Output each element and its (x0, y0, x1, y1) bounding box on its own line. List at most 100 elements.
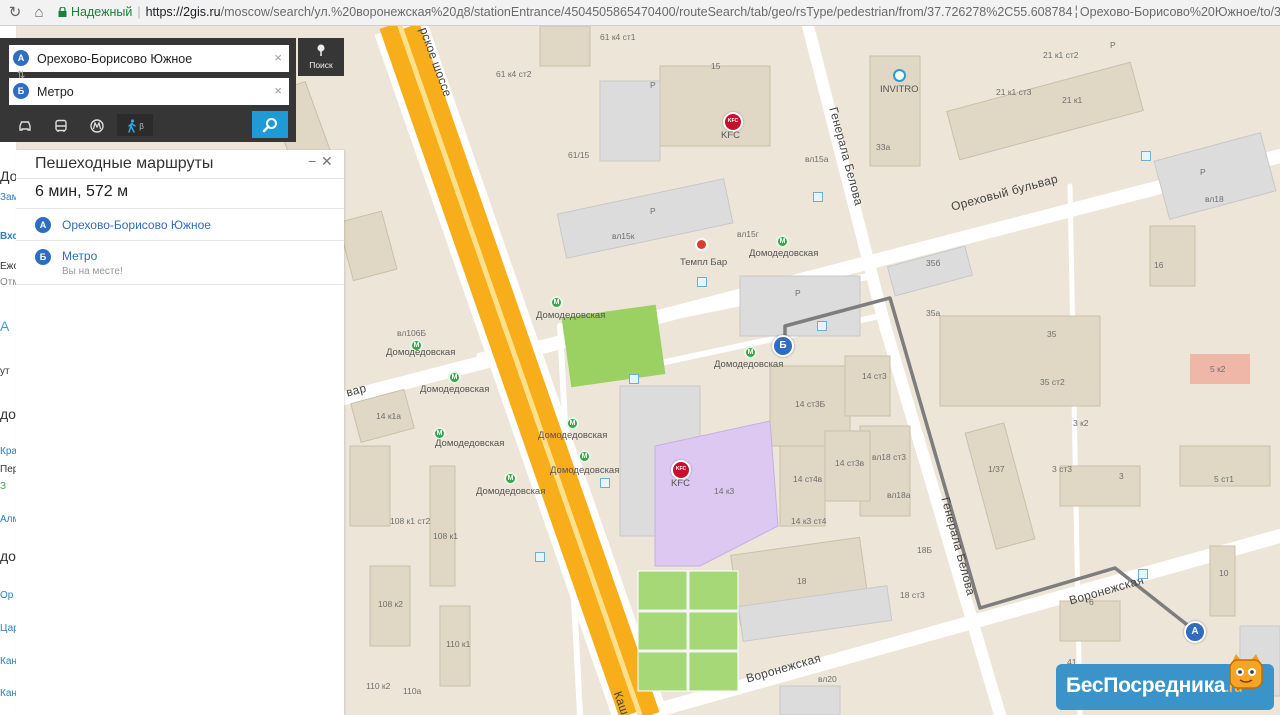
watermark-logo: БесПосредника.ru (1056, 654, 1274, 710)
bus-stop-icon (535, 552, 545, 562)
minimize-icon[interactable]: − (308, 153, 316, 169)
metro-icon[interactable] (504, 472, 517, 485)
route-start-name[interactable]: Орехово-Борисово Южное (62, 218, 211, 232)
pedestrian-mode-button[interactable]: β (117, 114, 153, 136)
bus-mode-button[interactable] (45, 114, 77, 136)
building-number: Р (795, 288, 801, 298)
building-number: Р (650, 80, 656, 90)
bus-stop-icon (1138, 569, 1148, 579)
to-field[interactable]: Б × (9, 78, 289, 105)
building-number: 108 к2 (378, 599, 403, 609)
lock-icon (58, 7, 67, 17)
place-label: Темпл Бар (680, 257, 728, 268)
building-number: 3 к2 (1073, 418, 1089, 428)
building-number: 35 (1047, 329, 1057, 339)
route-end-note: Вы на месте! (62, 266, 123, 277)
metro-icon[interactable] (578, 450, 591, 463)
route-end-row[interactable]: Б Метро Вы на месте! (16, 240, 344, 285)
metro-label: Домодедовская (538, 430, 608, 441)
from-input[interactable] (37, 45, 267, 72)
address-separator: | (137, 5, 141, 19)
clear-from-icon[interactable]: × (274, 51, 282, 65)
metro-icon[interactable] (566, 417, 579, 430)
strip-fragment: Кан (0, 688, 17, 699)
building-number: 21 к1 ст3 (996, 87, 1032, 97)
metro-icon[interactable] (744, 346, 757, 359)
building-number: Р (1110, 40, 1116, 50)
address-bar[interactable]: Надежный | https://2gis.ru/moscow/search/у… (54, 2, 1280, 23)
building-number: 14 ст3в (835, 458, 865, 468)
metro-label: Домодедовская (714, 359, 784, 370)
metro-icon[interactable] (776, 235, 789, 248)
building-number: 14 ст3 (862, 371, 887, 381)
reload-icon[interactable]: ↻ (6, 4, 24, 22)
building-number: вл20 (818, 674, 837, 684)
metro-icon[interactable] (550, 296, 563, 309)
building-number: вл18 ст3 (872, 452, 906, 462)
home-icon[interactable]: ⌂ (30, 4, 48, 22)
bus-stop-icon (817, 321, 827, 331)
building-number: 21 к1 ст2 (1043, 50, 1079, 60)
building-number: 3 (1119, 471, 1124, 481)
metro-label: Домодедовская (536, 310, 606, 321)
to-input[interactable] (37, 78, 267, 105)
kfc-icon[interactable] (671, 460, 691, 480)
place-label: KFC (671, 478, 690, 489)
building-number: 14 ст4в (793, 474, 823, 484)
building-number: 108 к1 ст2 (390, 516, 431, 526)
car-mode-button[interactable] (9, 114, 41, 136)
building-number: 18 ст3 (900, 590, 925, 600)
building-number: 61 к4 ст1 (600, 32, 636, 42)
strip-fragment: З (0, 481, 7, 492)
search-icon (262, 117, 277, 132)
lab-icon[interactable] (893, 69, 906, 82)
kfc-icon[interactable] (723, 112, 743, 132)
from-field[interactable]: А × (9, 45, 289, 72)
building-number: 14 к1а (376, 411, 401, 421)
building-number: вл106Б (397, 328, 427, 338)
building-number: 21 к1 (1062, 95, 1083, 105)
point-b-badge: Б (13, 83, 29, 99)
strip-fragment: Вхо (0, 231, 17, 242)
strip-fragment: до (0, 548, 16, 564)
building-number: 108 к1 (433, 531, 458, 541)
bus-stop-icon (697, 277, 707, 287)
building-number: 14 к3 (714, 486, 735, 496)
strip-fragment: Кан (0, 656, 17, 667)
route-end-name[interactable]: Метро (62, 249, 97, 263)
bus-icon (55, 119, 67, 132)
bus-stop-icon (600, 478, 610, 488)
strip-fragment: до (0, 406, 16, 422)
place-label: KFC (721, 130, 740, 141)
metro-label: Домодедовская (435, 438, 505, 449)
building-number: 110а (403, 686, 422, 696)
route-end-marker[interactable]: Б (772, 335, 794, 357)
strip-fragment: Пер (0, 464, 17, 475)
route-summary[interactable]: 6 мин, 572 м (35, 183, 128, 201)
building-number: 61/15 (568, 150, 590, 160)
car-icon (19, 121, 31, 131)
url-path: /moscow/search/ул.%20воронежская%20д8/st… (220, 5, 1280, 19)
browser-toolbar: ↻ ⌂ Надежный | https://2gis.ru/moscow/sear… (0, 0, 1280, 26)
metro-icon (90, 119, 104, 133)
results-header: Пешеходные маршруты − ✕ (16, 150, 344, 179)
metro-icon[interactable] (448, 371, 461, 384)
building-number: 110 к1 (446, 639, 471, 649)
route-search-button[interactable] (252, 111, 288, 138)
bar-icon[interactable] (695, 238, 708, 251)
metro-label: Домодедовская (420, 384, 490, 395)
bus-stop-icon (813, 192, 823, 202)
strip-fragment: Алм (0, 514, 16, 525)
building-number: Р (1200, 167, 1206, 177)
building-number: 5 ст1 (1214, 474, 1234, 484)
metro-mode-button[interactable] (81, 114, 113, 136)
close-icon[interactable]: ✕ (321, 153, 333, 170)
search-tile-button[interactable]: Поиск (298, 38, 344, 76)
strip-fragment: Отм (0, 277, 16, 288)
url-host: https://2gis.ru (145, 5, 221, 19)
route-start-row[interactable]: А Орехово-Борисово Южное (16, 208, 344, 241)
route-start-marker[interactable]: А (1184, 621, 1206, 643)
building-number: 3 ст3 (1052, 464, 1072, 474)
watermark-name: БесПосредника (1066, 674, 1226, 697)
clear-to-icon[interactable]: × (274, 84, 282, 98)
